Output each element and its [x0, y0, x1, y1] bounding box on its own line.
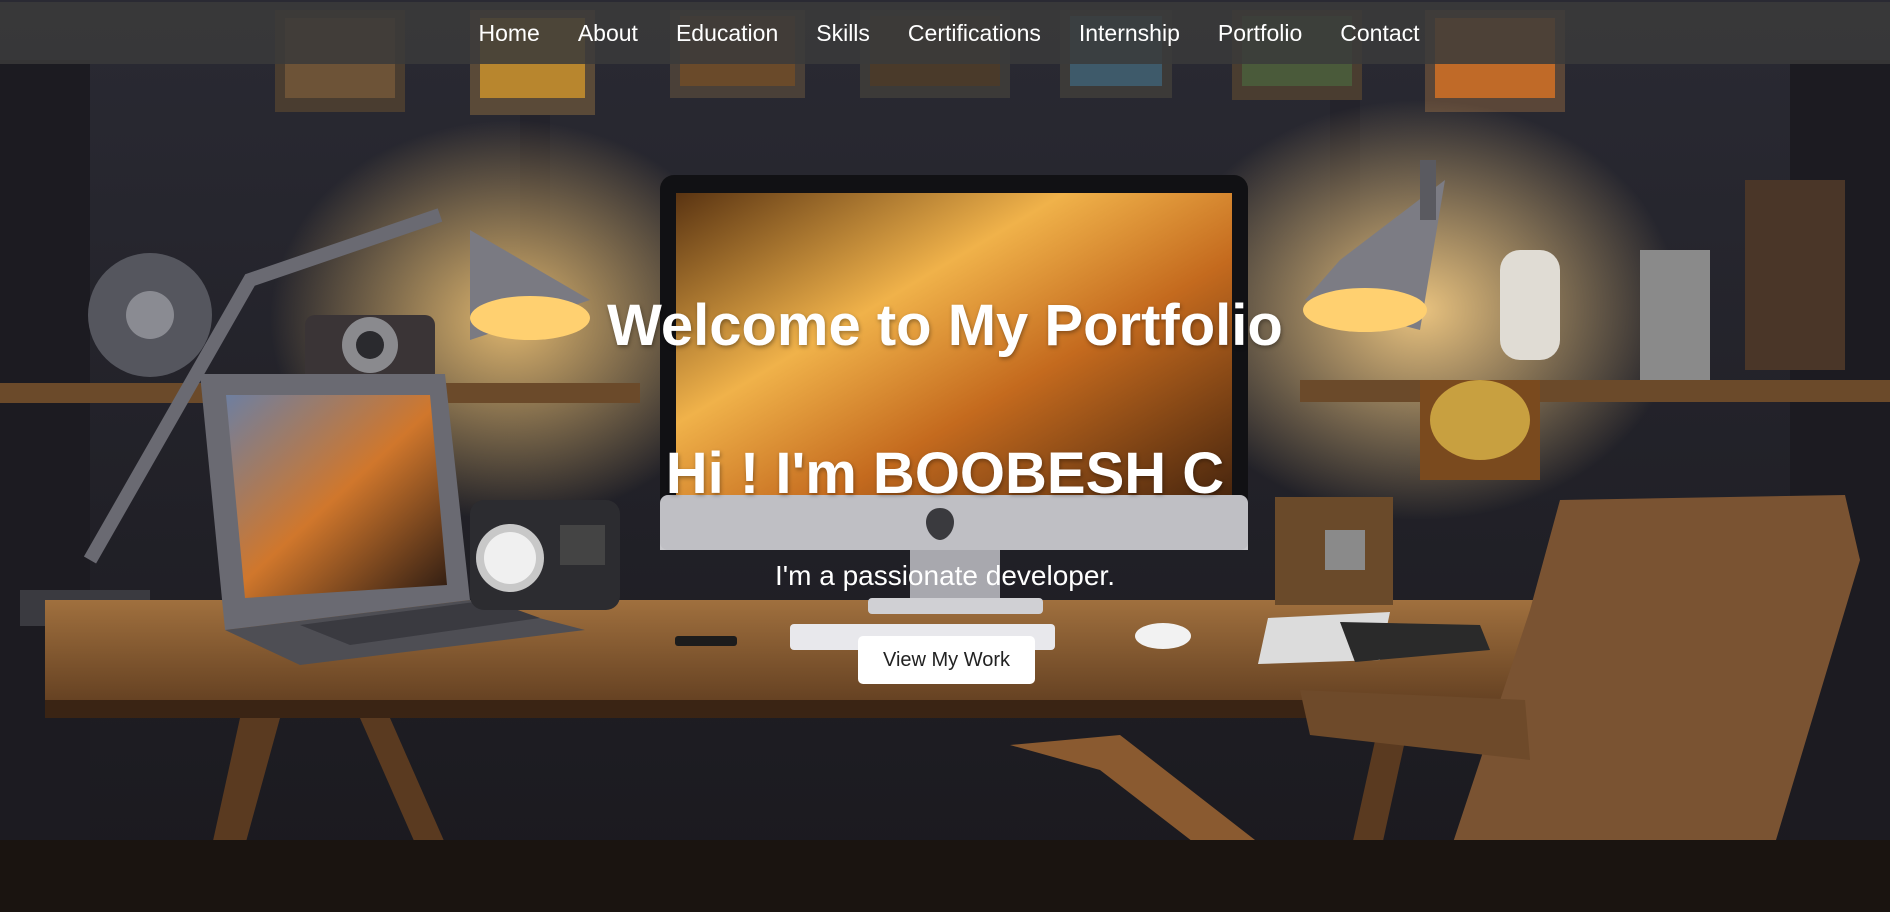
nav-link-certifications[interactable]: Certifications [908, 20, 1041, 47]
nav-link-about[interactable]: About [578, 20, 638, 47]
nav-link-skills[interactable]: Skills [816, 20, 870, 47]
nav-links: Home About Education Skills Certificatio… [470, 20, 1419, 47]
nav-link-internship[interactable]: Internship [1079, 20, 1180, 47]
nav-link-education[interactable]: Education [676, 20, 778, 47]
nav-link-contact[interactable]: Contact [1340, 20, 1419, 47]
nav-link-portfolio[interactable]: Portfolio [1218, 20, 1302, 47]
hero-section: Welcome to My Portfolio Hi ! I'm BOOBESH… [0, 0, 1890, 912]
top-navbar: Home About Education Skills Certificatio… [0, 2, 1890, 64]
view-my-work-button[interactable]: View My Work [858, 636, 1035, 684]
portfolio-page: Home About Education Skills Certificatio… [0, 0, 1890, 912]
hero-title: Welcome to My Portfolio [607, 293, 1283, 358]
hero-tagline: I'm a passionate developer. [774, 560, 1115, 591]
nav-link-home[interactable]: Home [478, 20, 539, 47]
hero-name: Hi ! I'm BOOBESH C [665, 441, 1225, 506]
